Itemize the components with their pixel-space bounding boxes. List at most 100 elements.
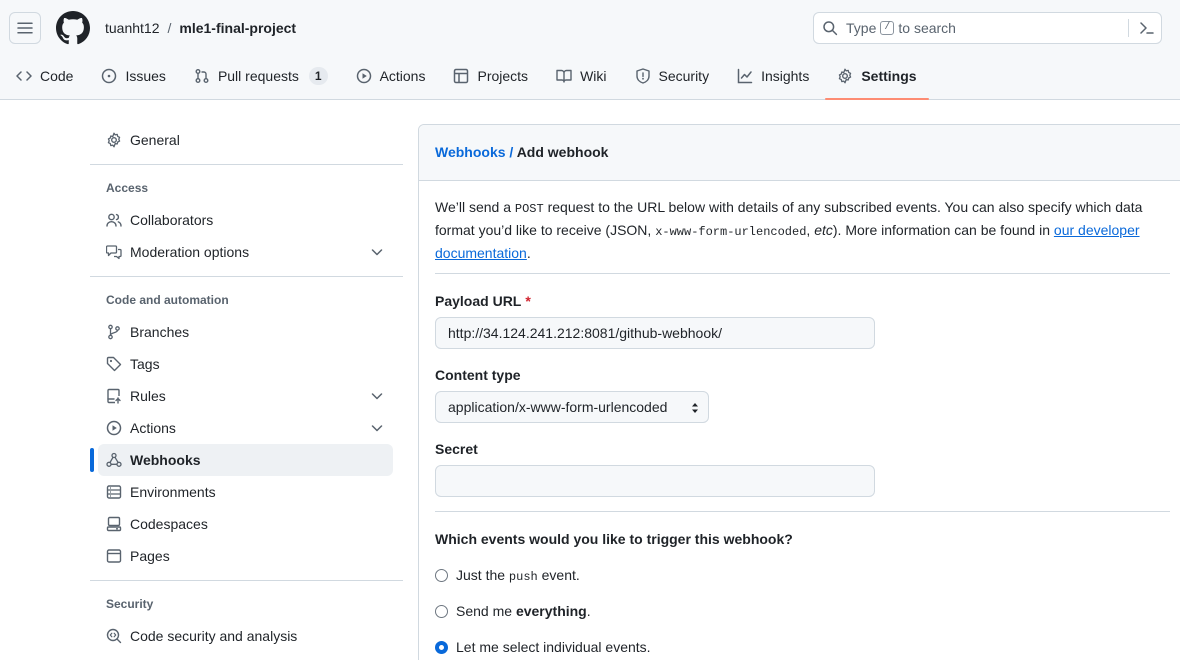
radio-button[interactable] bbox=[435, 569, 448, 582]
chevron-down-icon bbox=[371, 393, 383, 400]
sidebar-item-label: Moderation options bbox=[130, 244, 250, 260]
sidebar-item-codespaces[interactable]: Codespaces bbox=[98, 508, 393, 540]
search-suffix: to search bbox=[898, 20, 956, 36]
search-input[interactable]: Type / to search bbox=[813, 12, 1162, 44]
desc-code: x-www-form-urlencoded bbox=[655, 225, 807, 239]
code-icon bbox=[16, 71, 32, 81]
play-icon bbox=[356, 68, 371, 84]
sidebar-item-branches[interactable]: Branches bbox=[98, 316, 393, 348]
github-logo-icon[interactable] bbox=[56, 11, 90, 45]
radio-send-everything[interactable]: Send me everything. bbox=[435, 603, 591, 619]
pull-request-count-badge: 1 bbox=[308, 67, 328, 85]
secret-input[interactable] bbox=[435, 465, 875, 497]
tab-label: Issues bbox=[125, 68, 166, 84]
section-divider bbox=[435, 273, 1170, 274]
tab-label: Wiki bbox=[580, 68, 607, 84]
sidebar-item-label: Rules bbox=[130, 388, 166, 404]
issue-icon bbox=[102, 68, 117, 84]
menu-button[interactable] bbox=[9, 12, 41, 44]
sidebar-item-label: General bbox=[130, 132, 180, 148]
global-header: tuanht12 / mle1-final-project Type / to … bbox=[0, 0, 1180, 100]
webhook-form-panel: Webhooks / Add webhook We’ll send a POST… bbox=[418, 124, 1180, 660]
sidebar-item-label: Code security and analysis bbox=[130, 628, 298, 644]
sidebar-item-rules[interactable]: Rules bbox=[98, 380, 393, 412]
tab-projects[interactable]: Projects bbox=[441, 56, 540, 96]
repo-breadcrumb: tuanht12 / mle1-final-project bbox=[105, 19, 296, 37]
tab-insights[interactable]: Insights bbox=[725, 56, 821, 96]
repo-link[interactable]: mle1-final-project bbox=[179, 19, 296, 37]
sidebar-group-security: Security bbox=[106, 597, 154, 611]
sidebar-item-general[interactable]: General bbox=[98, 124, 393, 156]
sidebar-item-webhooks[interactable]: Webhooks bbox=[90, 444, 393, 476]
gear-icon bbox=[107, 132, 121, 148]
tab-actions[interactable]: Actions bbox=[344, 56, 438, 96]
owner-link[interactable]: tuanht12 bbox=[105, 19, 160, 37]
desc-text: . bbox=[526, 245, 531, 261]
sidebar-group-code-automation: Code and automation bbox=[106, 293, 229, 307]
section-divider bbox=[435, 511, 1170, 512]
tab-settings[interactable]: Settings bbox=[825, 56, 929, 100]
repo-push-icon bbox=[107, 388, 121, 404]
sidebar-item-label: Collaborators bbox=[130, 212, 214, 228]
browser-icon bbox=[106, 549, 122, 563]
content-type-select[interactable]: application/x-www-form-urlencoded bbox=[435, 391, 709, 423]
radio-button-checked[interactable] bbox=[435, 640, 448, 654]
sidebar-item-label: Webhooks bbox=[130, 452, 201, 468]
sidebar-item-code-security[interactable]: Code security and analysis bbox=[98, 620, 393, 652]
codescan-icon bbox=[106, 628, 122, 644]
chevron-down-icon bbox=[371, 249, 383, 256]
tab-code[interactable]: Code bbox=[4, 56, 85, 96]
sidebar-divider bbox=[90, 580, 403, 581]
webhooks-breadcrumb-link[interactable]: Webhooks bbox=[435, 144, 506, 160]
secret-label: Secret bbox=[435, 441, 478, 457]
page-title: Webhooks / Add webhook bbox=[435, 144, 608, 160]
tab-wiki[interactable]: Wiki bbox=[544, 56, 618, 96]
radio-label: Send me everything. bbox=[456, 603, 591, 619]
sidebar-item-tags[interactable]: Tags bbox=[98, 348, 393, 380]
tab-security[interactable]: Security bbox=[623, 56, 722, 96]
table-icon bbox=[454, 68, 469, 84]
desc-emphasis: etc bbox=[814, 222, 833, 238]
desc-text: We’ll send a bbox=[435, 199, 515, 215]
git-branch-icon bbox=[108, 324, 120, 340]
radio-label-text: Just the bbox=[456, 567, 509, 583]
radio-button[interactable] bbox=[435, 604, 448, 618]
payload-url-input[interactable] bbox=[435, 317, 875, 349]
page-title-text: Add webhook bbox=[516, 144, 609, 160]
sidebar-item-label: Actions bbox=[130, 420, 176, 436]
payload-url-label-text: Payload URL bbox=[435, 293, 522, 309]
payload-url-label: Payload URL * bbox=[435, 293, 531, 309]
tab-pull-requests[interactable]: Pull requests 1 bbox=[182, 56, 340, 96]
radio-individual-events[interactable]: Let me select individual events. bbox=[435, 639, 651, 655]
sidebar-item-label: Environments bbox=[130, 484, 216, 500]
sidebar-item-label: Codespaces bbox=[130, 516, 208, 532]
sidebar-item-collaborators[interactable]: Collaborators bbox=[98, 204, 393, 236]
play-icon bbox=[106, 420, 122, 436]
search-icon bbox=[823, 21, 838, 36]
shield-icon bbox=[635, 68, 650, 84]
search-prefix: Type bbox=[846, 20, 877, 36]
events-question: Which events would you like to trigger t… bbox=[435, 531, 793, 547]
gear-icon bbox=[839, 68, 852, 84]
sidebar-item-moderation-options[interactable]: Moderation options bbox=[98, 236, 393, 268]
radio-label-text: event. bbox=[537, 567, 580, 583]
command-palette-icon[interactable] bbox=[1139, 20, 1155, 36]
breadcrumb-separator: / bbox=[509, 144, 514, 160]
graph-icon bbox=[737, 68, 753, 84]
sidebar-item-pages[interactable]: Pages bbox=[98, 540, 393, 572]
server-icon bbox=[106, 485, 122, 499]
search-shortcut-key: / bbox=[880, 21, 895, 35]
sidebar-item-actions[interactable]: Actions bbox=[98, 412, 393, 444]
radio-just-push[interactable]: Just the push event. bbox=[435, 567, 580, 584]
pull-request-icon bbox=[195, 69, 209, 83]
tab-issues[interactable]: Issues bbox=[89, 56, 177, 96]
tab-label: Code bbox=[40, 68, 74, 84]
sidebar-item-environments[interactable]: Environments bbox=[98, 476, 393, 508]
required-indicator: * bbox=[525, 293, 531, 309]
repo-tabs: Code Issues Pull requests 1 Actions Proj… bbox=[0, 56, 929, 100]
select-arrows-icon bbox=[692, 403, 698, 413]
tab-label: Insights bbox=[761, 68, 810, 84]
sidebar-item-label: Tags bbox=[130, 356, 160, 372]
tab-label: Security bbox=[658, 68, 710, 84]
sidebar-item-label: Branches bbox=[130, 324, 190, 340]
